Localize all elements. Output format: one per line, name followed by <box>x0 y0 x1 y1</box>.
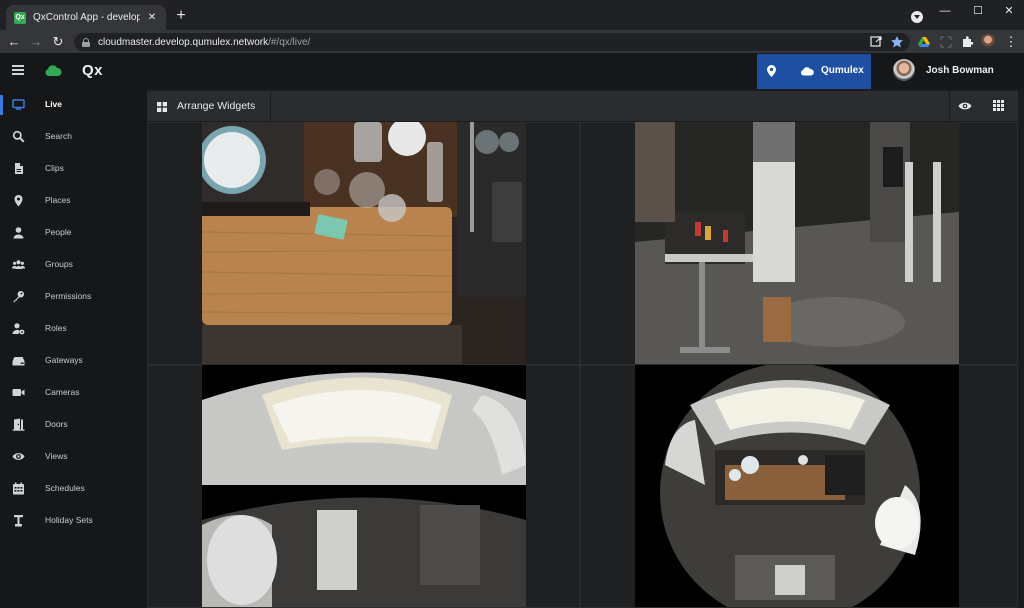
widget-toolbar: Arrange Widgets <box>147 91 1018 121</box>
eye-icon <box>12 453 25 460</box>
user-avatar[interactable] <box>893 59 915 81</box>
person-icon <box>13 227 24 239</box>
toolbar-divider <box>949 91 950 121</box>
extensions-puzzle-icon[interactable] <box>960 35 974 49</box>
browser-menu-icon[interactable]: ⋮ <box>1003 34 1019 50</box>
window-close-button[interactable]: ✕ <box>994 4 1024 18</box>
video-camera-icon <box>12 389 25 396</box>
calendar-icon <box>13 482 24 495</box>
minimize-button[interactable]: — <box>930 4 960 18</box>
sidebar-item-label: Live <box>45 99 63 109</box>
eye-icon[interactable] <box>958 101 972 111</box>
user-name[interactable]: Josh Bowman <box>926 65 994 76</box>
sidebar-item-doors[interactable]: Doors <box>0 413 147 437</box>
location-selector-button[interactable]: Qumulex <box>757 54 871 89</box>
camera-image <box>202 122 526 364</box>
monitor-icon <box>12 99 25 110</box>
back-button[interactable]: ← <box>6 34 22 50</box>
sidebar-item-label: Schedules <box>45 483 85 493</box>
sidebar-item-label: Permissions <box>45 291 92 301</box>
url-host: cloudmaster.develop.qumulex.network <box>98 36 269 48</box>
camera-feed-kitchen-table[interactable] <box>202 122 526 364</box>
browser-window: Qx QxControl App - develop ✕ + — ☐ ✕ ← →… <box>0 0 1024 608</box>
toolbar-divider <box>270 91 271 121</box>
maximize-button[interactable]: ☐ <box>963 4 993 18</box>
camera-feed-fisheye-round[interactable] <box>635 365 959 607</box>
sidebar-item-label: Doors <box>45 419 68 429</box>
open-external-icon[interactable] <box>869 35 883 49</box>
file-icon <box>15 163 23 174</box>
camera-feed-lab-floor[interactable] <box>635 122 959 364</box>
sidebar-item-search[interactable]: Search <box>0 125 147 149</box>
sidebar-item-permissions[interactable]: Permissions <box>0 285 147 309</box>
cloud-icon <box>801 67 814 76</box>
layout-grid-icon[interactable] <box>993 100 1004 111</box>
sidebar-item-label: Cameras <box>45 387 80 397</box>
map-pin-icon <box>767 65 776 77</box>
main-content: Arrange Widgets <box>147 89 1024 608</box>
sidebar-item-places[interactable]: Places <box>0 189 147 213</box>
tab-title: QxControl App - develop <box>33 12 140 23</box>
sidebar-item-roles[interactable]: Roles <box>0 317 147 341</box>
search-icon <box>12 130 25 143</box>
screenshot-extension-icon[interactable] <box>939 35 953 49</box>
forward-button[interactable]: → <box>28 34 44 50</box>
sidebar-item-clips[interactable]: Clips <box>0 157 147 181</box>
app-header: Qx Qumulex Josh Bowman <box>0 53 1024 89</box>
sidebar-item-label: Holiday Sets <box>45 515 93 525</box>
sidebar-item-live[interactable]: Live <box>0 93 147 117</box>
sidebar-nav: Live Search Clips Places People Groups P… <box>0 89 147 608</box>
sidebar-item-gateways[interactable]: Gateways <box>0 349 147 373</box>
user-cog-icon <box>12 323 25 335</box>
browser-tab[interactable]: Qx QxControl App - develop ✕ <box>6 5 166 30</box>
brand-logo[interactable]: Qx <box>82 62 103 79</box>
camera-image <box>202 365 526 607</box>
browser-profile-avatar[interactable] <box>981 34 995 48</box>
sidebar-item-schedules[interactable]: Schedules <box>0 477 147 501</box>
sidebar-item-people[interactable]: People <box>0 221 147 245</box>
reload-button[interactable]: ↻ <box>50 34 66 50</box>
map-pin-icon <box>14 195 23 207</box>
lock-icon[interactable] <box>82 37 90 47</box>
arrange-widgets-button[interactable]: Arrange Widgets <box>177 100 255 112</box>
url-path: /#/qx/live/ <box>268 36 311 48</box>
camera-image <box>635 122 959 364</box>
cloud-logo-icon <box>45 65 62 76</box>
new-tab-button[interactable]: + <box>172 8 190 24</box>
door-icon <box>12 418 25 431</box>
sidebar-item-views[interactable]: Views <box>0 445 147 469</box>
drive-extension-icon[interactable] <box>917 35 931 49</box>
sidebar-item-label: Views <box>45 451 68 461</box>
sidebar-item-label: Gateways <box>45 355 83 365</box>
sidebar-item-cameras[interactable]: Cameras <box>0 381 147 405</box>
sidebar-item-label: Places <box>45 195 71 205</box>
sidebar-item-label: Search <box>45 131 72 141</box>
sidebar-item-label: Roles <box>45 323 67 333</box>
sidebar-item-label: People <box>45 227 72 237</box>
tab-strip: Qx QxControl App - develop ✕ + — ☐ ✕ <box>0 0 1024 30</box>
camera-feed-fisheye-dewarp[interactable] <box>202 365 526 607</box>
sidebar-item-groups[interactable]: Groups <box>0 253 147 277</box>
sidebar-item-holiday-sets[interactable]: Holiday Sets <box>0 509 147 533</box>
sidebar-item-label: Groups <box>45 259 73 269</box>
camera-image <box>635 365 959 607</box>
address-bar[interactable]: cloudmaster.develop.qumulex.network /#/q… <box>74 33 910 51</box>
widgets-grid-icon[interactable] <box>157 102 167 112</box>
hamburger-menu-icon[interactable] <box>12 65 24 75</box>
tab-close-icon[interactable]: ✕ <box>146 12 158 23</box>
holiday-icon <box>14 515 23 527</box>
tab-search-icon[interactable] <box>911 11 923 23</box>
qx-favicon-icon: Qx <box>14 11 26 24</box>
group-icon <box>12 260 25 269</box>
location-label: Qumulex <box>821 65 864 76</box>
bookmark-star-icon[interactable] <box>890 35 904 49</box>
key-icon <box>13 291 24 303</box>
sidebar-item-label: Clips <box>45 163 64 173</box>
server-icon <box>12 357 25 366</box>
